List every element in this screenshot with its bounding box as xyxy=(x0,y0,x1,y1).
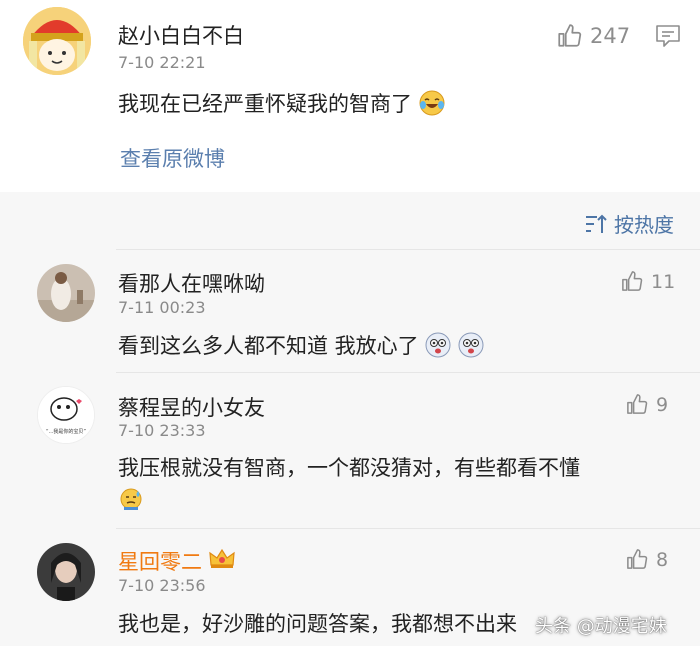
comment-icon xyxy=(656,25,680,47)
vip-crown-icon xyxy=(209,548,235,568)
post-text-content: 我现在已经严重怀疑我的智商了 xyxy=(118,92,412,116)
divider xyxy=(116,249,700,250)
thumbs-up-icon xyxy=(622,271,643,291)
comment-author-name[interactable]: 星回零二 xyxy=(118,546,202,576)
thumbs-up-icon xyxy=(627,549,648,569)
comment-avatar[interactable] xyxy=(37,543,95,601)
comment-like-count: 8 xyxy=(656,548,669,571)
comment-author-name[interactable]: 蔡程昱的小女友 xyxy=(118,392,265,422)
sort-label: 按热度 xyxy=(614,213,674,237)
comment-text: 看到这么多人都不知道 我放心了 xyxy=(118,330,484,360)
comment-avatar[interactable]: “...我是你的宝贝” xyxy=(37,386,95,444)
comment-text: 我压根就没有智商，一个都没猜对，有些都看不懂 xyxy=(118,456,580,480)
post-text: 我现在已经严重怀疑我的智商了 xyxy=(118,88,445,118)
post-timestamp: 7-10 22:21 xyxy=(118,53,206,72)
divider xyxy=(116,372,700,373)
scared-emoji xyxy=(458,332,484,358)
comment-button[interactable] xyxy=(655,24,681,52)
post-author-name[interactable]: 赵小白白不白 xyxy=(118,20,244,50)
comment-timestamp: 7-11 00:23 xyxy=(118,298,206,317)
laugh-cry-emoji xyxy=(419,90,445,116)
avatar-caption: “...我是你的宝贝” xyxy=(46,428,86,435)
comments-section xyxy=(0,192,700,646)
sort-icon xyxy=(586,214,607,233)
comment-author-name[interactable]: 看那人在嘿咻呦 xyxy=(118,268,265,298)
comment-text-content: 看到这么多人都不知道 我放心了 xyxy=(118,334,419,358)
author-avatar[interactable] xyxy=(23,7,91,75)
comment-like-button[interactable]: 8 xyxy=(625,548,668,571)
post-like-button[interactable]: 247 xyxy=(556,23,630,49)
sweat-emoji xyxy=(120,488,142,510)
sort-by-hot-button[interactable]: 按热度 xyxy=(584,209,674,238)
comment-timestamp: 7-10 23:56 xyxy=(118,576,206,595)
comment-text: 我也是，好沙雕的问题答案，我都想不出来 xyxy=(118,612,517,636)
view-original-link[interactable]: 查看原微博 xyxy=(120,143,225,173)
scared-emoji xyxy=(425,332,451,358)
divider xyxy=(116,528,700,529)
comment-like-button[interactable]: 9 xyxy=(625,393,668,416)
watermark: 头条 @动漫宅妹 xyxy=(535,616,667,637)
comment-avatar[interactable] xyxy=(37,264,95,322)
comment-timestamp: 7-10 23:33 xyxy=(118,421,206,440)
comment-like-count: 9 xyxy=(656,393,669,416)
comment-like-button[interactable]: 11 xyxy=(620,270,675,293)
comment-like-count: 11 xyxy=(651,270,676,293)
thumbs-up-icon xyxy=(558,24,582,47)
post-like-count: 247 xyxy=(590,24,631,48)
thumbs-up-icon xyxy=(627,394,648,414)
